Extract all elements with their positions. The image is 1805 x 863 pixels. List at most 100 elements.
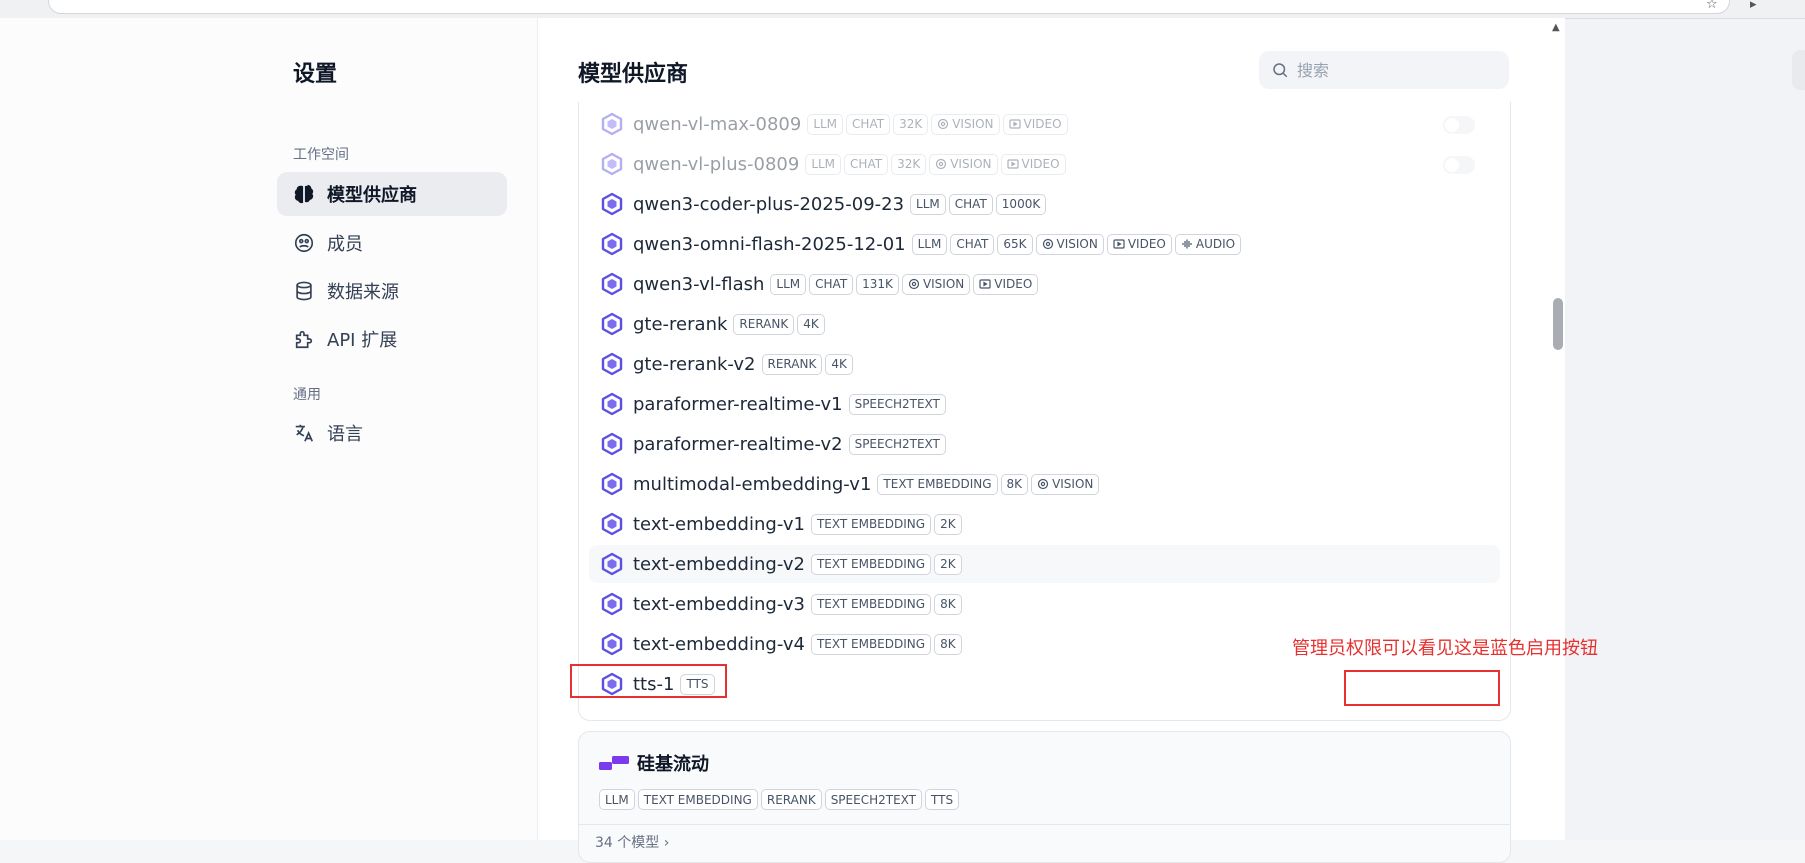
tongyi-logo-icon (601, 232, 623, 256)
model-tag: CHAT (950, 233, 995, 255)
model-tag: CHAT (846, 113, 891, 135)
annotation-box-tts-row (570, 664, 727, 698)
sidebar-item-label: 语言 (327, 424, 363, 445)
siliconflow-logo-icon (599, 756, 629, 770)
sidebar-item-api-extension[interactable]: API 扩展 (277, 317, 507, 361)
model-row[interactable]: qwen3-vl-flash LLM CHAT 131K VISION VIDEO (589, 265, 1500, 303)
search-input[interactable] (1295, 59, 1499, 81)
tongyi-logo-icon (601, 312, 623, 336)
vision-icon (1037, 478, 1049, 490)
model-tag: TEXT EMBEDDING (810, 513, 932, 535)
members-icon (294, 233, 314, 253)
sidebar-item-label: API 扩展 (327, 330, 398, 351)
tongyi-logo-icon (601, 392, 623, 416)
model-tag: LLM (805, 153, 842, 175)
model-tag: 131K (856, 273, 899, 295)
model-tag: VIDEO (973, 273, 1039, 295)
model-tag: TEXT EMBEDDING (810, 593, 932, 615)
model-row[interactable]: paraformer-realtime-v1 SPEECH2TEXT (589, 385, 1500, 423)
tongyi-logo-icon (601, 112, 623, 136)
capability-tag: TTS (925, 789, 960, 810)
model-row[interactable]: gte-rerank-v2 RERANK 4K (589, 345, 1500, 383)
model-name: qwen3-coder-plus-2025-09-23 (633, 193, 905, 215)
search-icon (1273, 63, 1288, 78)
model-tag: RERANK (761, 353, 823, 375)
model-tag: CHAT (844, 153, 889, 175)
model-tag: 2K (934, 513, 962, 535)
model-name: qwen3-vl-flash (633, 273, 765, 295)
scrollbar[interactable] (1551, 18, 1565, 840)
settings-sidebar: 设置 工作空间 模型供应商 成员 数据来源 API 扩展 通用 语言 (0, 18, 538, 840)
model-enable-toggle[interactable] (1443, 156, 1475, 174)
database-icon (296, 281, 312, 301)
model-row[interactable]: text-embedding-v3 TEXT EMBEDDING 8K (589, 585, 1500, 623)
scroll-up-arrow-icon[interactable]: ▲ (1552, 22, 1560, 33)
sidebar-item-label: 成员 (327, 234, 363, 255)
model-row[interactable]: multimodal-embedding-v1 TEXT EMBEDDING 8K V… (589, 465, 1500, 503)
vision-icon (938, 118, 949, 130)
model-enable-toggle[interactable] (1443, 116, 1475, 134)
model-row[interactable]: qwen-vl-plus-0809 LLM CHAT 32K VISION VIDEO (589, 145, 1500, 183)
model-row[interactable]: gte-rerank RERANK 4K (589, 305, 1500, 343)
model-name: paraformer-realtime-v1 (633, 393, 843, 415)
capability-tag: LLM (599, 789, 635, 810)
side-panel-tab[interactable] (1792, 50, 1805, 90)
divider (579, 824, 1510, 825)
video-icon (1113, 239, 1125, 249)
vision-icon (908, 278, 920, 290)
model-tag: LLM (807, 113, 844, 135)
model-tag: 8K (1000, 473, 1029, 495)
page-title: 模型供应商 (578, 62, 689, 87)
tongyi-logo-icon (601, 152, 623, 176)
search-box[interactable] (1259, 51, 1509, 89)
model-name: qwen-vl-plus-0809 (633, 153, 800, 175)
capability-tag: RERANK (760, 789, 822, 810)
model-name: paraformer-realtime-v2 (633, 433, 843, 455)
address-bar[interactable] (48, 0, 1730, 14)
model-tag: TEXT EMBEDDING (810, 633, 932, 655)
model-name: text-embedding-v1 (633, 513, 805, 535)
model-name: multimodal-embedding-v1 (633, 473, 872, 495)
model-tag: AUDIO (1174, 233, 1242, 255)
tongyi-logo-icon (601, 552, 623, 576)
model-tag: 32K (891, 153, 927, 175)
sidebar-item-data-source[interactable]: 数据来源 (277, 269, 507, 313)
model-row[interactable]: qwen-vl-max-0809 LLM CHAT 32K VISION VIDEO (589, 105, 1500, 143)
model-tag: VISION (901, 273, 971, 295)
model-tag: 4K (825, 353, 853, 375)
provider-capability-tags: LLM TEXT EMBEDDING RERANK SPEECH2TEXT TT… (596, 789, 960, 810)
model-name: qwen3-omni-flash-2025-12-01 (633, 233, 906, 255)
browser-toolbar: ☆ ▸ (0, 0, 1805, 19)
scrollbar-thumb[interactable] (1553, 298, 1563, 350)
extensions-icon[interactable]: ▸ (1750, 0, 1757, 12)
model-tag: 2K (934, 553, 962, 575)
sidebar-item-members[interactable]: 成员 (277, 221, 507, 265)
sidebar-item-label: 数据来源 (327, 282, 399, 303)
vision-icon (936, 158, 947, 170)
sidebar-item-model-provider[interactable]: 模型供应商 (277, 172, 507, 216)
annotation-box-enable-button (1344, 670, 1500, 706)
model-tag: 8K (934, 593, 962, 615)
model-count-link[interactable]: 34 个模型 › (595, 832, 669, 852)
brain-icon (294, 184, 314, 204)
video-icon (1008, 119, 1021, 129)
section-label-general: 通用 (293, 387, 321, 403)
model-row[interactable]: paraformer-realtime-v2 SPEECH2TEXT (589, 425, 1500, 463)
model-tag: SPEECH2TEXT (848, 433, 946, 455)
model-tag: LLM (911, 233, 948, 255)
model-tag: CHAT (948, 193, 993, 215)
bookmark-star-icon[interactable]: ☆ (1706, 0, 1718, 12)
model-row[interactable]: qwen3-coder-plus-2025-09-23 LLM CHAT 1000K (589, 185, 1500, 223)
tongyi-logo-icon (601, 632, 623, 656)
model-row[interactable]: text-embedding-v1 TEXT EMBEDDING 2K (589, 505, 1500, 543)
provider-card-siliconflow[interactable]: 硅基流动 LLM TEXT EMBEDDING RERANK SPEECH2TE… (578, 731, 1511, 863)
model-tag: VISION (1031, 473, 1100, 495)
model-row[interactable]: text-embedding-v2 TEXT EMBEDDING 2K (589, 545, 1500, 583)
model-tag: 4K (797, 313, 825, 335)
tongyi-logo-icon (601, 432, 623, 456)
tongyi-logo-icon (601, 592, 623, 616)
sidebar-item-language[interactable]: 语言 (277, 411, 507, 455)
video-icon (979, 279, 991, 289)
sidebar-item-label: 模型供应商 (327, 185, 417, 206)
model-row[interactable]: qwen3-omni-flash-2025-12-01 LLM CHAT 65K VIS… (589, 225, 1500, 263)
